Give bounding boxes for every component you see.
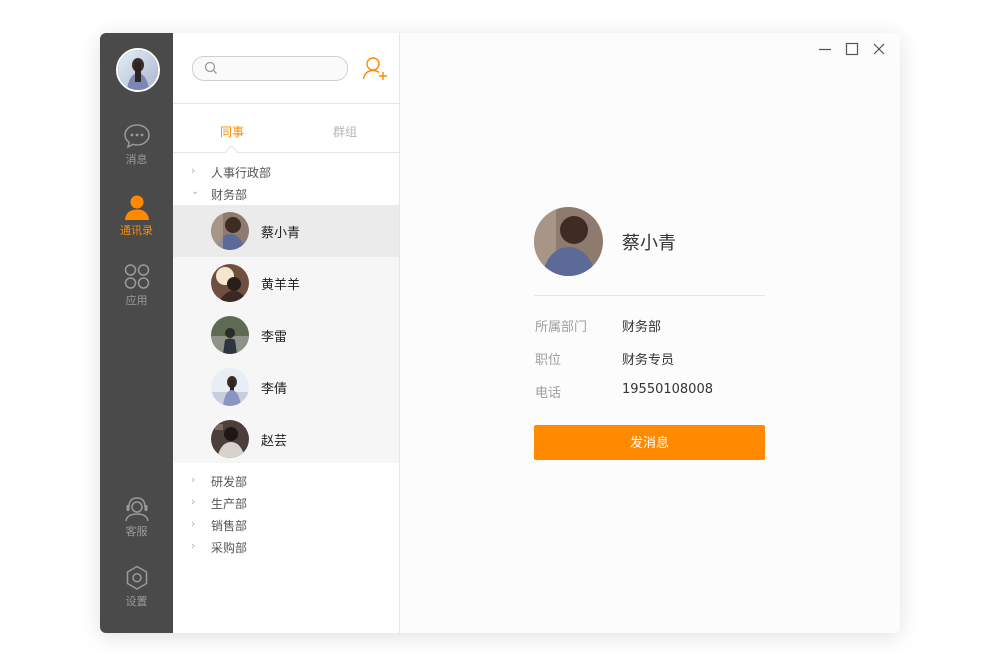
- dept-name: 研发部: [211, 475, 248, 489]
- settings-icon: [126, 565, 147, 590]
- nav-customer-service-label: 客服: [125, 525, 148, 538]
- dept-name: 人事行政部: [211, 166, 272, 180]
- detail-divider: [534, 295, 765, 296]
- contact-avatar: [534, 207, 603, 276]
- dept-hr-admin[interactable]: › 人事行政部: [173, 161, 399, 183]
- member-row[interactable]: 黄羊羊: [173, 257, 399, 309]
- position-value: 财务专员: [622, 353, 675, 368]
- member-name: 赵芸: [261, 434, 288, 449]
- tab-underline: [173, 152, 399, 153]
- maximize-icon: [845, 42, 859, 56]
- nav-contacts-label: 通讯录: [120, 224, 153, 237]
- member-row[interactable]: 李倩: [173, 361, 399, 413]
- nav-contacts[interactable]: 通讯录: [100, 194, 173, 238]
- member-name: 黄羊羊: [261, 278, 301, 293]
- search-icon: [204, 61, 217, 74]
- finance-member-list: 蔡小青 黄羊羊 李雷 李倩 赵芸: [173, 205, 399, 463]
- avatar: [211, 316, 249, 354]
- chevron-right-icon: ›: [191, 473, 196, 486]
- my-avatar[interactable]: [116, 48, 160, 92]
- nav-settings-label: 设置: [125, 595, 148, 608]
- close-icon: [873, 43, 885, 55]
- avatar: [211, 420, 249, 458]
- nav-messages[interactable]: 消息: [100, 123, 173, 167]
- tab-colleagues[interactable]: 同事: [220, 123, 244, 140]
- chevron-down-icon: ⌄: [191, 186, 200, 197]
- chevron-right-icon: ›: [191, 164, 196, 177]
- contacts-icon: [124, 195, 149, 220]
- contact-name: 蔡小青: [622, 233, 676, 254]
- phone-label: 电话: [535, 386, 562, 401]
- phone-value: 19550108008: [622, 382, 713, 397]
- maximize-button[interactable]: [845, 41, 859, 60]
- nav-rail: 消息 通讯录 应用 客服 设置: [100, 33, 173, 633]
- message-icon: [123, 124, 150, 149]
- active-tab-indicator: [225, 145, 238, 158]
- contacts-panel: 同事 群组 › 人事行政部 ⌄ 财务部 蔡小青 黄羊羊 李雷 李倩 赵芸 › 研…: [173, 33, 400, 633]
- chevron-right-icon: ›: [191, 517, 196, 530]
- dept-rnd[interactable]: › 研发部: [173, 470, 399, 492]
- member-name: 李雷: [261, 330, 288, 345]
- dept-name: 销售部: [211, 519, 248, 533]
- dept-name: 生产部: [211, 497, 248, 511]
- close-button[interactable]: [872, 41, 886, 60]
- minimize-button[interactable]: [818, 41, 832, 60]
- avatar: [211, 212, 249, 250]
- add-contact-icon: [362, 57, 387, 80]
- contact-detail: 蔡小青 所属部门 财务部 职位 财务专员 电话 19550108008 发消息: [400, 33, 900, 633]
- position-label: 职位: [535, 353, 562, 368]
- send-message-button[interactable]: 发消息: [534, 425, 765, 460]
- dept-purchasing[interactable]: › 采购部: [173, 536, 399, 558]
- nav-messages-label: 消息: [125, 153, 148, 166]
- add-contact-button[interactable]: [362, 55, 390, 85]
- department-value: 财务部: [622, 320, 662, 335]
- avatar: [211, 264, 249, 302]
- customer-service-icon: [124, 497, 149, 521]
- dept-name: 财务部: [211, 188, 248, 202]
- dept-name: 采购部: [211, 541, 248, 555]
- apps-icon: [124, 264, 149, 289]
- search-input[interactable]: [223, 59, 342, 79]
- dept-sales[interactable]: › 销售部: [173, 514, 399, 536]
- nav-apps[interactable]: 应用: [100, 264, 173, 308]
- avatar: [211, 368, 249, 406]
- search-box[interactable]: [192, 56, 348, 81]
- member-row[interactable]: 蔡小青: [173, 205, 399, 257]
- chevron-right-icon: ›: [191, 495, 196, 508]
- chevron-right-icon: ›: [191, 539, 196, 552]
- tab-groups[interactable]: 群组: [333, 123, 357, 140]
- dept-production[interactable]: › 生产部: [173, 492, 399, 514]
- nav-apps-label: 应用: [125, 294, 148, 307]
- nav-settings[interactable]: 设置: [100, 565, 173, 609]
- member-row[interactable]: 赵芸: [173, 413, 399, 465]
- member-row[interactable]: 李雷: [173, 309, 399, 361]
- app-window: 消息 通讯录 应用 客服 设置 同事 群组 › 人事行政部 ⌄ 财务部 蔡小青 …: [100, 33, 900, 633]
- member-name: 蔡小青: [261, 226, 301, 241]
- minimize-icon: [819, 48, 831, 51]
- member-name: 李倩: [261, 382, 288, 397]
- department-label: 所属部门: [535, 320, 588, 335]
- panel-divider: [173, 103, 399, 104]
- nav-customer-service[interactable]: 客服: [100, 495, 173, 539]
- dept-finance[interactable]: ⌄ 财务部: [173, 183, 399, 205]
